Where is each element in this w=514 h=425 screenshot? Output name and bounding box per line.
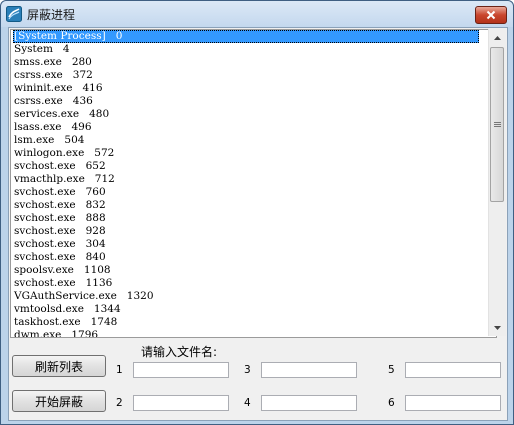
process-list-item[interactable]: [System Process] 0 (13, 30, 479, 43)
process-list-item[interactable]: taskhost.exe 1748 (11, 316, 496, 329)
field-number-label: 6 (388, 397, 395, 409)
close-icon (486, 10, 496, 20)
process-list-item[interactable]: smss.exe 280 (11, 56, 496, 69)
process-list-item[interactable]: svchost.exe 304 (11, 238, 496, 251)
field-number-label: 2 (116, 397, 123, 409)
scroll-down-arrow-icon (494, 325, 501, 330)
process-list-item[interactable]: svchost.exe 928 (11, 225, 496, 238)
process-list-item[interactable]: winlogon.exe 572 (11, 147, 496, 160)
field-number-label: 1 (116, 364, 123, 376)
process-list-item[interactable]: lsm.exe 504 (11, 134, 496, 147)
scroll-up-arrow-icon (494, 35, 501, 40)
process-list-item[interactable]: spoolsv.exe 1108 (11, 264, 496, 277)
filename-prompt-label: 请输入文件名: (141, 345, 218, 359)
process-list-item[interactable]: VGAuthService.exe 1320 (11, 290, 496, 303)
scroll-thumb[interactable] (490, 47, 504, 202)
app-window: 屏蔽进程 [System Process] 0 System 4 smss.exe … (0, 0, 514, 425)
process-list: [System Process] 0 System 4 smss.exe 280 cs… (11, 30, 496, 337)
thumb-grip-line (494, 124, 501, 125)
filename-field-4[interactable] (261, 395, 357, 411)
field-number-label: 3 (244, 364, 251, 376)
scroll-up-button[interactable] (489, 29, 506, 46)
filename-field-5[interactable] (405, 362, 501, 378)
process-list-item[interactable]: services.exe 480 (11, 108, 496, 121)
filename-field-1[interactable] (133, 362, 229, 378)
close-button[interactable] (475, 6, 507, 24)
refresh-list-button[interactable]: 刷新列表 (12, 355, 106, 377)
process-list-item[interactable]: lsass.exe 496 (11, 121, 496, 134)
process-list-item[interactable]: svchost.exe 652 (11, 160, 496, 173)
title-bar[interactable]: 屏蔽进程 (1, 1, 513, 27)
field-number-label: 4 (244, 397, 251, 409)
start-block-button[interactable]: 开始屏蔽 (12, 390, 106, 412)
process-listbox[interactable]: [System Process] 0 System 4 smss.exe 280 cs… (10, 29, 497, 338)
scroll-down-button[interactable] (489, 319, 506, 336)
process-list-item[interactable]: csrss.exe 372 (11, 69, 496, 82)
field-number-label: 5 (388, 364, 395, 376)
filename-field-6[interactable] (405, 395, 501, 411)
process-list-item[interactable]: wininit.exe 416 (11, 82, 496, 95)
filename-field-3[interactable] (261, 362, 357, 378)
process-list-item[interactable]: csrss.exe 436 (11, 95, 496, 108)
app-icon (6, 6, 22, 22)
vertical-scrollbar[interactable] (488, 29, 506, 336)
process-list-item[interactable]: svchost.exe 840 (11, 251, 496, 264)
process-list-item[interactable]: svchost.exe 888 (11, 212, 496, 225)
filename-field-2[interactable] (133, 395, 229, 411)
process-list-item[interactable]: vmacthlp.exe 712 (11, 173, 496, 186)
thumb-grip-line (494, 122, 501, 123)
process-list-item[interactable]: System 4 (11, 43, 496, 56)
thumb-grip-line (494, 126, 501, 127)
window-title: 屏蔽进程 (27, 8, 76, 22)
process-list-item[interactable]: svchost.exe 760 (11, 186, 496, 199)
client-area: [System Process] 0 System 4 smss.exe 280 cs… (8, 27, 508, 421)
process-list-item[interactable]: dwm.exe 1796 (11, 329, 496, 337)
process-list-item[interactable]: vmtoolsd.exe 1344 (11, 303, 496, 316)
process-list-item[interactable]: svchost.exe 1136 (11, 277, 496, 290)
process-list-item[interactable]: svchost.exe 832 (11, 199, 496, 212)
